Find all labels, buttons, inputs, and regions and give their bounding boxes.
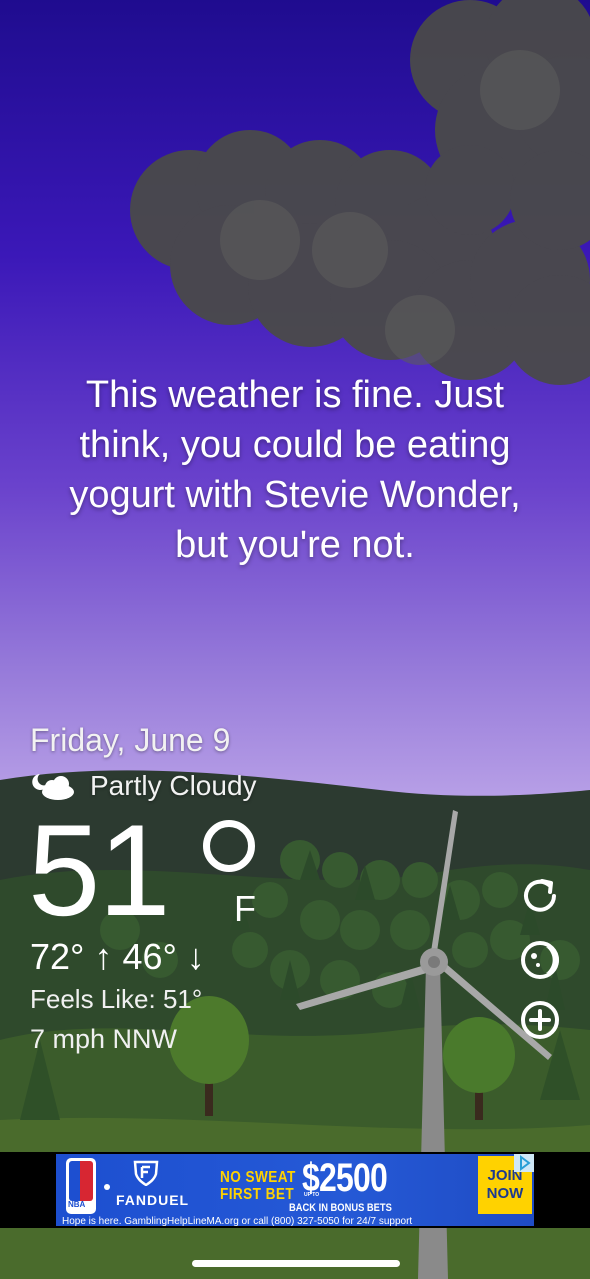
weather-scene: This weather is fine. Just think, you co… <box>0 0 590 1279</box>
weather-quote: This weather is fine. Just think, you co… <box>40 370 550 570</box>
no-sweat-text: NO SWEAT <box>220 1169 296 1186</box>
fanduel-ad[interactable]: NBA FANDUEL NO SWEAT FIRST BET UP TO $25… <box>56 1154 534 1226</box>
ad-headline: NO SWEAT FIRST BET <box>220 1169 296 1203</box>
degree-symbol <box>203 820 255 872</box>
ad-disclaimer: Hope is here. GamblingHelpLineMA.org or … <box>62 1216 413 1226</box>
fanduel-shield-icon <box>133 1160 159 1186</box>
current-date: Friday, June 9 <box>30 722 231 758</box>
high-low-temperature: 72° ↑ 46° ↓ <box>30 936 205 977</box>
fanduel-brand: FANDUEL <box>116 1192 190 1208</box>
home-indicator[interactable] <box>192 1260 400 1267</box>
quote-line: yogurt with Stevie Wonder, <box>69 474 521 516</box>
current-temperature: 51 F <box>28 797 256 943</box>
adchoices-icon[interactable] <box>514 1154 534 1172</box>
refresh-icon <box>524 879 556 912</box>
bonus-amount: $2500 <box>302 1156 388 1200</box>
quote-line: think, you could be eating <box>79 424 511 466</box>
feels-like: Feels Like: 51° <box>30 984 203 1014</box>
nba-label: NBA <box>68 1200 86 1209</box>
landscape-illustration <box>0 0 590 1279</box>
temperature-unit: F <box>234 888 256 929</box>
wind-speed: 7 mph NNW <box>30 1024 178 1054</box>
add-location-button[interactable] <box>518 998 562 1042</box>
first-bet-text: FIRST BET <box>220 1186 295 1203</box>
moon-phase-button[interactable] <box>518 938 562 982</box>
plus-circle-icon <box>521 1001 559 1039</box>
refresh-button[interactable] <box>518 874 562 918</box>
temperature-value: 51 <box>28 797 171 943</box>
quote-line: but you're not. <box>175 524 415 566</box>
quote-line: This weather is fine. Just <box>85 374 505 416</box>
moon-icon <box>521 941 559 979</box>
now-label: NOW <box>486 1185 524 1202</box>
bonus-text: BACK IN BONUS BETS <box>289 1202 392 1214</box>
separator-dot <box>104 1184 110 1190</box>
